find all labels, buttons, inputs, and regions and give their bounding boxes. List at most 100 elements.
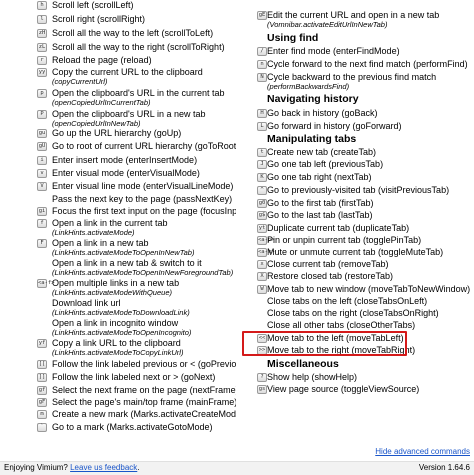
command-row-go-one-tab-left: J Go one tab left (previousTab) — [240, 159, 474, 171]
command-description: Close all other tabs (closeOtherTabs) — [267, 320, 416, 330]
key-badge: [[ — [37, 360, 47, 369]
key-badge: h — [37, 1, 47, 10]
key-badge: F — [37, 239, 47, 248]
command-description: Mute or unmute current tab (toggleMuteTa… — [267, 247, 444, 257]
command-row-restore-closed-tab: X Restore closed tab (restoreTab) — [240, 271, 474, 283]
section-heading-navigating-history: Navigating history — [267, 93, 359, 105]
command-row-open-a-link-in-the-current-tab: f Open a link in the current tab (LinkHint… — [0, 218, 236, 240]
command-description: Follow the link labeled previous or < (g… — [52, 359, 236, 369]
command-row-show-help: ? Show help (showHelp) — [240, 372, 474, 384]
command-name: (openCopiedUrlInCurrentTab) — [52, 98, 151, 107]
command-description: Go to the last tab (lastTab) — [267, 210, 373, 220]
command-description: Close current tab (removeTab) — [267, 259, 389, 269]
key-badge: ? — [257, 373, 267, 382]
command-row-create-a-new-mark: m Create a new mark (Marks.activateCreate… — [0, 409, 236, 421]
command-description: Enter visual mode (enterVisualMode) — [52, 168, 200, 178]
key-badge: V — [37, 182, 47, 191]
command-description: Reload the page (reload) — [52, 55, 152, 65]
key-badge: v — [37, 169, 47, 178]
command-description: Open a link in a new tab — [52, 238, 149, 248]
command-description: Scroll all the way to the right (scrollT… — [52, 42, 225, 52]
key-badge: yy — [37, 68, 47, 77]
command-description: Close tabs on the right (closeTabsOnRigh… — [267, 308, 439, 318]
command-description: Follow the link labeled next or > (goNex… — [52, 372, 216, 382]
key-badge: zH — [37, 29, 47, 38]
command-description: Edit the current URL and open in a new t… — [267, 10, 440, 20]
command-row-open-multiple-links-in-a-new-tab: <a-f> Open multiple links in a new tab (Li… — [0, 278, 236, 300]
command-description: Scroll all the way to the left (scrollTo… — [52, 28, 214, 38]
command-row-pin-or-unpin-current-tab: <a-p> Pin or unpin current tab (togglePin… — [240, 235, 474, 247]
key-badge: t — [257, 148, 267, 157]
key-badge: H — [257, 109, 267, 118]
move-tab-highlight-box — [242, 331, 407, 356]
command-row-follow-the-link-labeled-next-or: ]] Follow the link labeled next or > (goN… — [0, 372, 236, 384]
command-name: (Vomnibar.activateEditUrlInNewTab) — [267, 20, 388, 29]
command-row-reload-the-page: r Reload the page (reload) — [0, 55, 236, 67]
command-row-move-tab-to-new-window: W Move tab to new window (moveTabToNewWin… — [240, 284, 474, 296]
command-description: Scroll right (scrollRight) — [52, 14, 146, 24]
command-description: Go one tab right (nextTab) — [267, 172, 372, 182]
key-badge: ]] — [37, 373, 47, 382]
key-badge: gE — [257, 11, 267, 20]
command-description: Pin or unpin current tab (togglePinTab) — [267, 235, 422, 245]
command-name: (LinkHints.activateMode) — [52, 228, 135, 237]
key-badge: g0 — [257, 199, 267, 208]
command-description: Close tabs on the left (closeTabsOnLeft) — [267, 296, 428, 306]
command-name: (LinkHints.activateModeToOpenInNewTab) — [52, 248, 195, 257]
key-badge: gF — [37, 398, 47, 407]
hide-advanced-commands-link[interactable]: Hide advanced commands — [375, 447, 470, 456]
leave-feedback-link[interactable]: Leave us feedback — [70, 463, 137, 472]
key-badge: yt — [257, 224, 267, 233]
command-row-download-link-url: Download link url (LinkHints.activateMode… — [0, 298, 236, 320]
command-description: Focus the first text input on the page (… — [52, 206, 236, 216]
footer-bar: Enjoying Vimium? Leave us feedback. Vers… — [0, 461, 474, 475]
command-description: Scroll left (scrollLeft) — [52, 0, 134, 10]
key-badge: m — [37, 410, 47, 419]
command-row-select-the-next-frame-on-the-page: gf Select the next frame on the page (nex… — [0, 385, 236, 397]
key-badge: X — [257, 272, 267, 281]
key-badge: r — [37, 56, 47, 65]
key-badge: gs — [257, 385, 267, 394]
command-row-enter-insert-mode: i Enter insert mode (enterInsertMode) — [0, 155, 236, 167]
section-heading-miscellaneous: Miscellaneous — [267, 358, 339, 370]
command-description: Select the page's main/top frame (mainFr… — [52, 397, 236, 407]
command-row-go-one-tab-right: K Go one tab right (nextTab) — [240, 172, 474, 184]
key-badge: / — [257, 47, 267, 56]
command-name: (copyCurrentUrl) — [52, 77, 108, 86]
command-row-pass-the-next-key-to-the-page: Pass the next key to the page (passNextK… — [0, 194, 236, 206]
command-description: Open multiple links in a new tab — [52, 278, 180, 288]
command-row-open-a-link-in-a-new-tab: F Open a link in a new tab (LinkHints.acti… — [0, 238, 236, 260]
command-row-go-to-the-first-tab: g0 Go to the first tab (firstTab) — [240, 198, 474, 210]
key-badge: <a-p> — [257, 236, 275, 245]
command-name: (LinkHints.activateModeToOpenIncognito) — [52, 328, 192, 337]
command-row-follow-the-link-labeled-previous-or: [[ Follow the link labeled previous or < … — [0, 359, 236, 371]
command-row-scroll-left: h Scroll left (scrollLeft) — [0, 0, 236, 12]
command-description: Go to the first tab (firstTab) — [267, 198, 374, 208]
command-row-create-new-tab: t Create new tab (createTab) — [240, 147, 474, 159]
command-row-open-a-link-in-incognito-window: Open a link in incognito window (LinkHint… — [0, 318, 236, 340]
key-badge: gi — [37, 207, 47, 216]
command-description: Go to previously-visited tab (visitPrevi… — [267, 185, 450, 195]
command-row-open-the-clipboard-s-url-in-the-current-: p Open the clipboard's URL in the current… — [0, 88, 236, 110]
command-description: Copy a link URL to the clipboard — [52, 338, 181, 348]
command-description: Go forward in history (goForward) — [267, 121, 402, 131]
key-badge: gu — [37, 129, 47, 138]
command-row-edit-the-current-url-and-open-in-a-new-t: gE Edit the current URL and open in a new… — [240, 10, 474, 32]
command-row-go-up-the-url-hierarchy: gu Go up the URL hierarchy (goUp) — [0, 128, 236, 140]
command-description: Duplicate current tab (duplicateTab) — [267, 223, 410, 233]
command-description: Select the next frame on the page (nextF… — [52, 385, 236, 395]
command-row-go-to-a-mark: ` Go to a mark (Marks.activateGotoMode) — [0, 422, 236, 434]
command-description: Go to root of current URL hierarchy (goT… — [52, 141, 236, 151]
command-description: Open a link in a new tab & switch to it — [52, 258, 202, 268]
key-badge: f — [37, 219, 47, 228]
command-row-mute-or-unmute-current-tab: <a-m> Mute or unmute current tab (toggleM… — [240, 247, 474, 259]
command-row-go-to-previously-visited-tab: ^ Go to previously-visited tab (visitPrev… — [240, 185, 474, 197]
key-badge: gf — [37, 386, 47, 395]
command-description: Go to a mark (Marks.activateGotoMode) — [52, 422, 213, 432]
key-badge: <a-f> — [37, 279, 55, 288]
command-description: View page source (toggleViewSource) — [267, 384, 420, 394]
command-row-go-to-the-last-tab: g$ Go to the last tab (lastTab) — [240, 210, 474, 222]
command-description: Pass the next key to the page (passNextK… — [52, 194, 233, 204]
key-badge: p — [37, 89, 47, 98]
key-badge: K — [257, 173, 267, 182]
